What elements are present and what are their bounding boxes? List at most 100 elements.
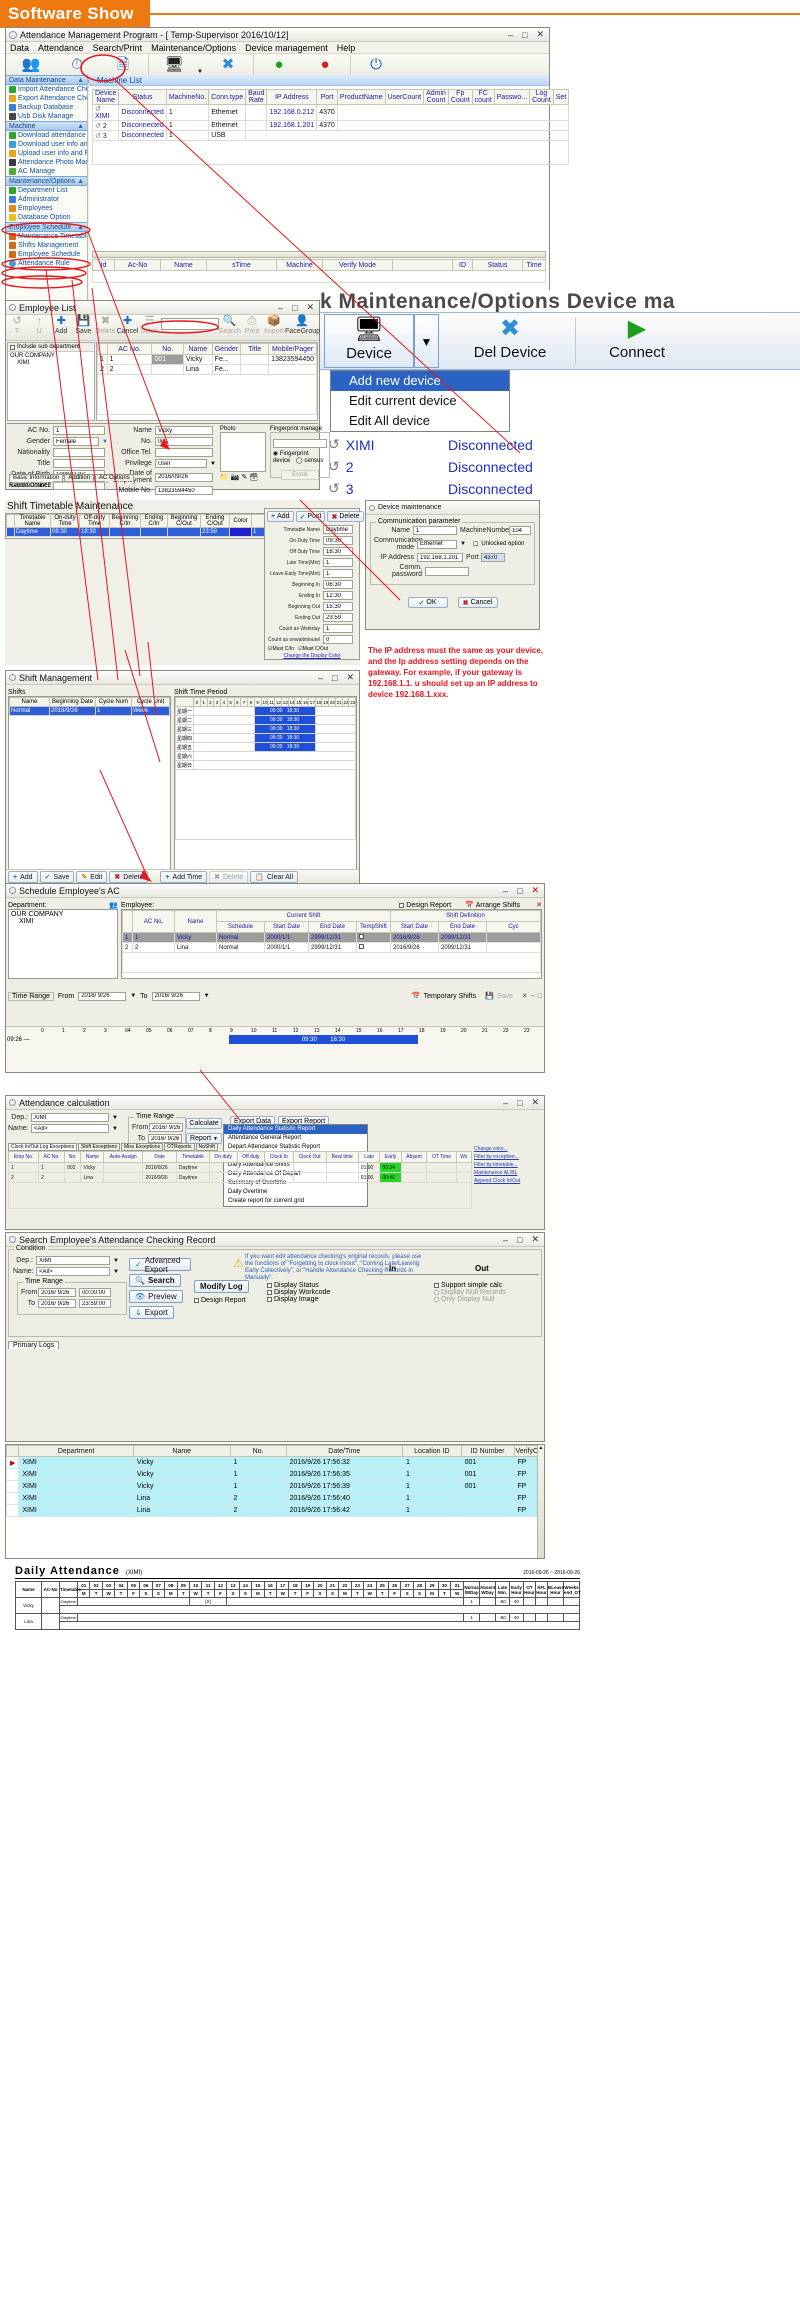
doe-input[interactable] <box>154 472 213 482</box>
display-checkboxes[interactable]: Display Status Display Workcode Display … <box>267 1282 330 1303</box>
menu-attendance[interactable]: Attendance <box>38 43 84 53</box>
chevron-down-icon[interactable]: ▼ <box>102 439 108 445</box>
menu-item-edit-current-device[interactable]: Edit current device <box>331 391 509 411</box>
window-controls[interactable]: – □ ✕ <box>508 29 546 40</box>
support-checkboxes[interactable]: Support simple calc Display Null Records… <box>434 1282 506 1303</box>
checkbox[interactable] <box>399 902 405 908</box>
add-time-button[interactable]: + Add Time <box>160 871 208 883</box>
table-row[interactable]: 2 2 Lina 2016/9/26 Daytime 01:00 00:40 <box>7 1172 473 1183</box>
delete-time-button[interactable]: ✖ Delete <box>209 871 249 883</box>
dep-select[interactable] <box>36 1256 110 1265</box>
field-leave-early[interactable]: Leave Early Time(Min) <box>268 569 356 578</box>
privilege-select[interactable] <box>154 459 207 468</box>
window-controls[interactable]: – □ ✕ <box>503 1234 541 1245</box>
attcalc-action-buttons[interactable]: Calculate Report ▼ <box>186 1116 226 1144</box>
tab-primary-logs[interactable]: Primary Logs <box>8 1341 60 1349</box>
field-name[interactable]: Name:▼ <box>8 1124 122 1133</box>
search-buttons[interactable]: ✓ Advanced Export 🔍 Search 👁 Preview ⇓ Expor… <box>129 1256 191 1319</box>
tab-ot-reports[interactable]: OTReports <box>164 1143 195 1151</box>
maximize-icon[interactable]: □ <box>292 303 297 313</box>
ac-no-input[interactable] <box>53 426 105 435</box>
save-icon[interactable]: 💾 <box>485 992 494 1000</box>
tab-addition[interactable]: Addition <box>64 474 95 481</box>
minimize-icon[interactable]: – <box>503 1235 508 1245</box>
sidebar-item-attendance-rule[interactable]: Attendance Rule <box>6 259 87 268</box>
sidebar-group-data-maintenance[interactable]: Data Maintenance ▲ <box>6 75 87 85</box>
name-select[interactable] <box>31 1124 109 1133</box>
sidebar-item-database-option[interactable]: Database Option <box>6 213 87 222</box>
chevron-up-icon[interactable]: ▲ <box>77 77 84 84</box>
delete-button[interactable]: ✖ Delete <box>327 511 364 522</box>
sidebar-item-download-logs[interactable]: Download attendance logs <box>6 131 87 140</box>
sidebar-item-ac-manage[interactable]: AC Manage <box>6 167 87 176</box>
menu-maintenance-options[interactable]: Maintenance/Options <box>151 43 236 53</box>
field-no[interactable]: No. <box>112 437 216 446</box>
to-date-input[interactable] <box>38 1299 76 1308</box>
magnified-del-device-button[interactable]: ✖ Del Device <box>446 314 574 368</box>
employee-list-toolbar[interactable]: ↺ T ↑ U ✚ Add 💾 Save ✖ Delete ✚ Cancel ☰ batch … <box>6 315 320 341</box>
search-button[interactable]: 🔍 Search <box>129 1274 181 1287</box>
tree-root[interactable]: OUR COMPANY <box>11 911 115 918</box>
department-icon[interactable]: 👥 <box>109 901 118 909</box>
day-row[interactable]: 星期一 09:30 18:30 <box>175 706 356 716</box>
to-input[interactable] <box>148 1134 182 1143</box>
comm-password-input[interactable] <box>425 566 469 576</box>
time-range-bar[interactable]: Time Range From ▼ To ▼ 📅 Temporary Shift… <box>8 987 542 1005</box>
close-icon-3[interactable]: ✕ <box>522 992 528 1000</box>
shift-bar[interactable]: 09:30 18:30 <box>253 742 316 752</box>
menu-item-add-new-device[interactable]: Add new device <box>331 371 509 391</box>
from-date-input[interactable] <box>38 1288 76 1297</box>
maximize-icon[interactable]: □ <box>517 1235 522 1245</box>
tree-child[interactable]: XIMI <box>8 360 94 366</box>
design-report-check[interactable]: Design Report <box>194 1297 249 1304</box>
btn-print[interactable]: ⎙ Print <box>241 315 263 335</box>
detail-tabs[interactable]: Basic Information Addition AC Options <box>9 474 134 481</box>
menu-search-print[interactable]: Search/Print <box>93 43 143 53</box>
stm-editor-buttons[interactable]: + Add ✓ Post ✖ Delete <box>265 509 364 524</box>
table-row[interactable]: ↺ XIMI Disconnected 1 Ethernet 192.168.0… <box>91 104 570 121</box>
gender-select[interactable] <box>53 437 99 446</box>
timetable-name-input[interactable] <box>323 525 353 534</box>
table-row[interactable]: 2 2 Lina Normal 2000/1/1 2999/12/31 2016… <box>122 942 541 953</box>
add-button[interactable]: + Add <box>267 511 294 522</box>
menu-help[interactable]: Help <box>337 43 356 53</box>
btn-batch[interactable]: ☰ batch <box>139 315 161 335</box>
modify-log-wrap[interactable]: Modify Log Design Report <box>194 1280 249 1304</box>
field-count-minutes[interactable]: Count as onwaitminutel <box>268 635 356 644</box>
title-input[interactable] <box>53 459 105 468</box>
field-to[interactable]: To <box>21 1299 123 1308</box>
sidebar-item-backup-database[interactable]: Backup Database <box>6 103 87 112</box>
main-menubar[interactable]: Data Attendance Search/Print Maintenance… <box>6 42 549 54</box>
link-filter-exception[interactable]: Filter by exception... <box>474 1154 542 1160</box>
cancel-button[interactable]: ✖ Cancel <box>457 597 498 608</box>
on-duty-input[interactable] <box>323 536 353 545</box>
machine-list-tab[interactable]: Machine List <box>89 75 549 86</box>
off-duty-input[interactable] <box>323 547 353 556</box>
table-row[interactable]: 1 1 001 Vicky Fe... 13823594450 <box>97 354 317 365</box>
mobile-input[interactable] <box>154 486 213 495</box>
field-name[interactable]: Name <box>112 426 216 435</box>
minimize-icon[interactable]: – <box>508 30 513 40</box>
minus-icon[interactable]: − <box>531 993 535 1000</box>
menu-daily-attendance-statistic[interactable]: Daily Attendance Statistic Report <box>224 1125 367 1134</box>
office-tel-input[interactable] <box>154 448 213 457</box>
link-maintenance-al-bl[interactable]: Maintenance AL/BL <box>474 1170 542 1176</box>
vertical-scrollbar[interactable]: ▲ <box>537 1445 544 1558</box>
btn-cancel[interactable]: ✚ Cancel <box>116 315 139 335</box>
field-dep[interactable]: Dep.:▼ <box>8 1113 122 1122</box>
btn-search[interactable]: 🔍 Search <box>219 315 241 335</box>
no-input[interactable] <box>154 437 213 446</box>
table-row[interactable]: Normal 2016/9/26 1 Week <box>9 706 170 716</box>
btn-add[interactable]: ✚ Add <box>50 315 72 335</box>
checkbox-unlocked[interactable]: ☐ <box>473 541 478 548</box>
field-timetable-name[interactable]: Timetable Name <box>268 525 356 534</box>
design-report-check[interactable]: Design Report <box>399 902 451 909</box>
table-row[interactable]: XIMI Vicky 1 2016/9/26 17:56:35 1 001 FP <box>5 1468 545 1481</box>
field-comm-password[interactable]: Comm. password <box>374 564 531 578</box>
name-input[interactable] <box>154 426 213 435</box>
post-button[interactable]: ✓ Post <box>295 511 326 522</box>
cell-temp[interactable] <box>356 932 391 943</box>
ok-button[interactable]: ✓ OK <box>407 597 448 608</box>
from-time-input[interactable] <box>79 1288 111 1297</box>
close-icon[interactable]: ✕ <box>536 29 544 40</box>
